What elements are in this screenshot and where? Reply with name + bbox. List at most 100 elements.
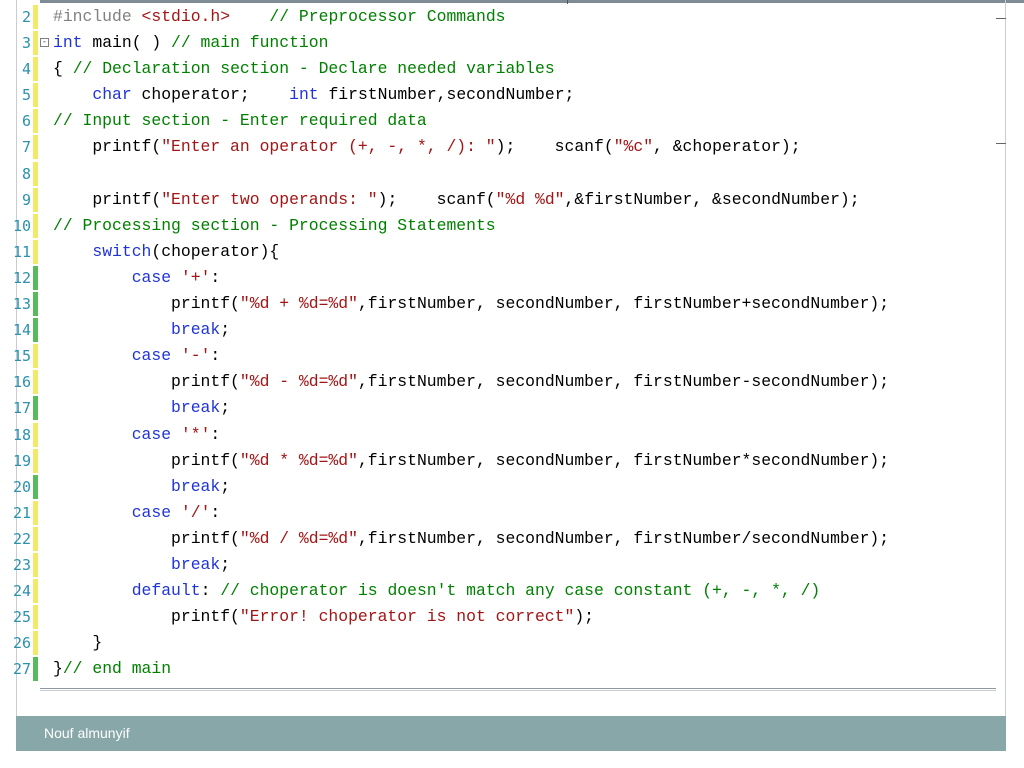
code-token: // Processing section - Processing State… [53, 215, 496, 235]
code-token: // end main [62, 659, 172, 679]
code-text: printf("Error! choperator is not correct… [53, 604, 594, 630]
code-line[interactable]: 22 printf("%d / %d=%d",firstNumber, seco… [0, 526, 1000, 552]
code-line[interactable]: 27}// end main [0, 656, 1000, 682]
unsaved-change-marker [33, 83, 38, 108]
line-number: 14 [12, 321, 31, 340]
unsaved-change-marker [33, 605, 38, 630]
code-text: { // Declaration section - Declare neede… [53, 56, 555, 82]
code-text: break; [53, 552, 230, 578]
code-line[interactable]: 11 switch(choperator){ [0, 239, 1000, 265]
code-text: switch(choperator){ [53, 239, 279, 265]
code-token: ,firstNumber, secondNumber, firstNumber*… [357, 450, 890, 470]
line-number: 7 [21, 138, 31, 157]
code-token: printf( [53, 372, 240, 392]
code-token: printf( [53, 528, 240, 548]
code-text: case '/': [53, 500, 221, 526]
line-number: 5 [21, 86, 31, 105]
code-token: (choperator){ [151, 241, 280, 261]
line-number: 26 [12, 634, 31, 653]
code-text: case '*': [53, 422, 221, 448]
saved-change-marker [33, 657, 38, 682]
code-token: ; [220, 320, 231, 340]
unsaved-change-marker [33, 109, 38, 134]
unsaved-change-marker [33, 135, 38, 160]
code-token: printf( [53, 607, 240, 627]
code-line[interactable]: 21 case '/': [0, 500, 1000, 526]
code-line[interactable]: 10 // Processing section - Processing Sta… [0, 213, 1000, 239]
saved-change-marker [33, 265, 38, 290]
code-token: "Error! choperator is not correct" [239, 607, 575, 627]
line-number: 21 [12, 503, 31, 522]
code-token: default [131, 581, 201, 601]
code-line[interactable]: 2 #include <stdio.h> // Preprocessor Comm… [0, 4, 1000, 30]
code-line[interactable]: 9 printf("Enter two operands: "); scanf(… [0, 187, 1000, 213]
code-token: ; [220, 476, 231, 496]
code-token: printf( [53, 137, 162, 157]
code-line[interactable]: 13 printf("%d + %d=%d",firstNumber, seco… [0, 291, 1000, 317]
code-token: '+' [180, 267, 211, 287]
code-token: // choperator is doesn't match any case … [220, 581, 821, 601]
code-token: break [171, 320, 221, 340]
code-token: } [53, 659, 63, 679]
code-line[interactable]: 19 printf("%d * %d=%d",firstNumber, seco… [0, 448, 1000, 474]
code-token: "%d %d" [495, 189, 565, 209]
code-token: "%c" [613, 137, 654, 157]
code-token: break [171, 554, 221, 574]
code-token: // Preprocessor Commands [269, 7, 506, 26]
code-token: : [210, 267, 221, 287]
code-token: : [210, 424, 221, 444]
code-area[interactable]: 2 #include <stdio.h> // Preprocessor Comm… [0, 4, 1000, 682]
saved-change-marker [33, 292, 38, 317]
unsaved-change-marker [33, 552, 38, 577]
editor-bottom-border [40, 690, 996, 691]
code-line[interactable]: 3- int main( ) // main function [0, 30, 1000, 56]
unsaved-change-marker [33, 631, 38, 656]
code-token: choperator; [131, 85, 290, 105]
code-line[interactable]: 16 printf("%d - %d=%d",firstNumber, seco… [0, 369, 1000, 395]
code-line[interactable]: 20 break; [0, 474, 1000, 500]
code-line[interactable]: 15 case '-': [0, 343, 1000, 369]
code-token: ,firstNumber, secondNumber, firstNumber+… [357, 294, 890, 314]
code-line[interactable]: 18 case '*': [0, 422, 1000, 448]
line-number: 18 [12, 425, 31, 444]
line-number: 23 [12, 555, 31, 574]
code-token: "Enter two operands: " [161, 189, 378, 209]
footer-author: Nouf almunyif [44, 725, 130, 741]
line-number: 25 [12, 608, 31, 627]
code-line[interactable]: 14 break; [0, 317, 1000, 343]
code-line[interactable]: 8 [0, 161, 1000, 187]
unsaved-change-marker [33, 448, 38, 473]
code-token: ); [574, 607, 595, 627]
code-line[interactable]: 5 char choperator; int firstNumber,secon… [0, 82, 1000, 108]
code-line[interactable]: 17 break; [0, 395, 1000, 421]
code-line[interactable]: 7 printf("Enter an operator (+, -, *, /)… [0, 134, 1000, 160]
saved-change-marker [33, 318, 38, 343]
code-line[interactable]: 25 printf("Error! choperator is not corr… [0, 604, 1000, 630]
code-line[interactable]: 6 // Input section - Enter required data [0, 108, 1000, 134]
code-line[interactable]: 26 } [0, 630, 1000, 656]
code-text: printf("%d * %d=%d",firstNumber, secondN… [53, 448, 889, 474]
line-number: 13 [12, 295, 31, 314]
code-line[interactable]: 12 case '+': [0, 265, 1000, 291]
code-text: printf("%d / %d=%d",firstNumber, secondN… [53, 526, 889, 552]
code-token: // Input section - Enter required data [53, 111, 427, 131]
code-text: int main( ) // main function [53, 30, 328, 56]
code-token: "%d / %d=%d" [239, 528, 358, 548]
code-token: ,firstNumber, secondNumber, firstNumber-… [357, 372, 890, 392]
code-token: // Declaration section - Declare needed … [72, 59, 555, 79]
code-text: case '+': [53, 265, 221, 291]
code-line[interactable]: 4 { // Declaration section - Declare need… [0, 56, 1000, 82]
code-text: printf("%d + %d=%d",firstNumber, secondN… [53, 291, 889, 317]
code-token: break [171, 476, 221, 496]
line-number: 16 [12, 373, 31, 392]
code-line[interactable]: 24 default: // choperator is doesn't mat… [0, 578, 1000, 604]
collapse-icon[interactable]: - [40, 38, 49, 48]
unsaved-change-marker [33, 526, 38, 551]
code-line[interactable]: 23 break; [0, 552, 1000, 578]
code-token: // main function [171, 33, 329, 53]
